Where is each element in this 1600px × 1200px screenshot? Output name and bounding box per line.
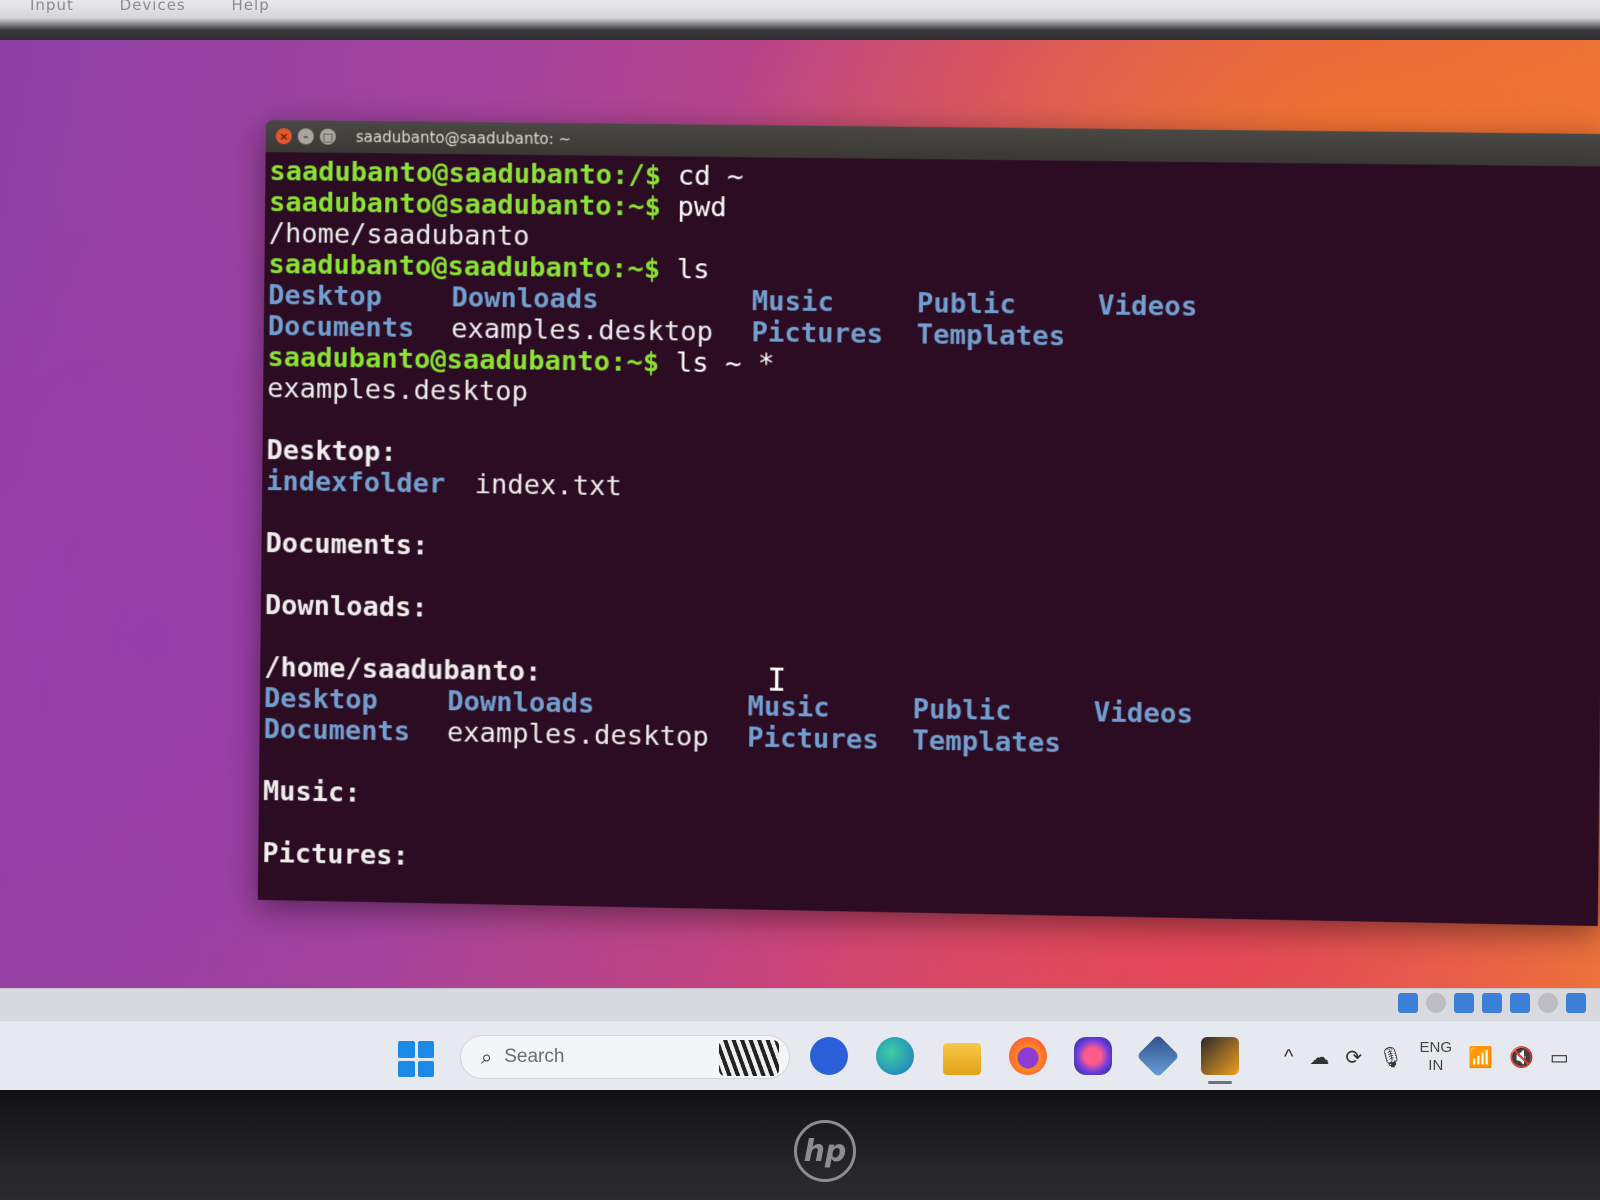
directory-entry: Desktop [263,682,379,716]
directory-entry: Documents [267,311,415,344]
vm-menubar: Input Devices Help [30,0,310,14]
directory-entry: Videos [1093,697,1194,731]
hp-logo: hp [794,1120,856,1182]
directory-entry: Documents [263,713,411,748]
terminal-window[interactable]: × – □ saadubanto@saadubanto: ~ saadubant… [257,120,1600,927]
chevron-up-icon[interactable]: ^ [1284,1046,1293,1069]
directory-entry: Downloads [447,686,595,720]
shell-prompt: saadubanto@saadubanto:~$ [268,249,661,285]
vm-menu-help[interactable]: Help [232,0,270,14]
listing-heading: Downloads: [264,590,428,624]
directory-entry: Public [916,288,1017,321]
vm-menu-input[interactable]: Input [30,0,74,14]
vm-shared-folder-icon[interactable] [1482,993,1502,1013]
windows-taskbar: ⌕ Search ^ ☁ ⟳ 🎙 ENG IN 📶 🔇 ▭ [0,1020,1600,1090]
directory-entry: Templates [912,725,1062,760]
listing-heading: Desktop: [266,435,397,468]
monitor-bezel-bottom: hp [0,1090,1600,1200]
vm-display-icon[interactable] [1510,993,1530,1013]
vm-menu-devices[interactable]: Devices [120,0,186,14]
system-tray: ^ ☁ ⟳ 🎙 ENG IN 📶 🔇 ▭ [1284,1035,1569,1079]
vm-host-key-icon[interactable] [1566,993,1586,1013]
vm-status-bar [0,988,1600,1020]
listing-heading: /home/saadubanto: [264,652,542,688]
listing-heading: Pictures: [262,837,409,872]
search-placeholder: Search [504,1046,565,1067]
language-indicator[interactable]: ENG IN [1420,1039,1453,1075]
file-entry: index.txt [474,469,623,503]
terminal-title: saadubanto@saadubanto: ~ [355,127,572,149]
terminal-output[interactable]: saadubanto@saadubanto:/$ cd ~ saadubanto@… [257,151,1600,927]
shell-command: ls [660,253,710,286]
taskbar-search[interactable]: ⌕ Search [460,1035,790,1079]
vm-audio-icon[interactable] [1454,993,1474,1013]
file-entry: examples.desktop [451,313,714,348]
edge-icon[interactable] [876,1037,914,1075]
listing-heading: Documents: [265,528,429,562]
vm-recording-icon[interactable] [1538,993,1558,1013]
directory-entry: Pictures [751,317,884,351]
file-explorer-icon[interactable] [943,1043,981,1075]
file-entry: examples.desktop [446,717,710,753]
firefox-icon[interactable] [1009,1037,1047,1075]
vm-network-icon[interactable] [1398,993,1418,1013]
command-output: /home/saadubanto [268,218,530,253]
shell-prompt: saadubanto@saadubanto:/$ [269,156,662,192]
directory-entry: indexfolder [266,466,446,500]
copilot-icon[interactable] [1074,1037,1112,1075]
text-cursor-icon: I [766,660,787,699]
directory-entry: Downloads [451,282,599,316]
maximize-icon[interactable]: □ [319,128,336,145]
vm-window-icon[interactable] [1201,1037,1239,1075]
directory-entry: Music [751,286,835,319]
wifi-icon[interactable]: 📶 [1468,1045,1493,1070]
region-code: IN [1428,1057,1444,1074]
onedrive-icon[interactable]: ☁ [1309,1045,1329,1070]
search-icon: ⌕ [481,1045,493,1069]
directory-entry: Templates [916,319,1066,353]
search-highlight-image [719,1040,779,1076]
shell-prompt: saadubanto@saadubanto:~$ [268,187,662,223]
battery-icon[interactable]: ▭ [1550,1045,1569,1070]
photo-scene: Input Devices Help × – □ saadubanto@saad… [0,0,1600,1200]
microphone-icon[interactable]: 🎙 [1378,1045,1403,1070]
sync-icon[interactable]: ⟳ [1345,1045,1362,1070]
listing-heading: Music: [262,775,361,809]
windows-start-icon[interactable] [398,1041,434,1077]
volume-muted-icon[interactable]: 🔇 [1509,1045,1534,1070]
shell-command: cd ~ [661,160,744,193]
vm-optical-drive-icon[interactable] [1426,993,1446,1013]
directory-entry: Videos [1097,290,1198,323]
close-icon[interactable]: × [275,128,292,145]
shell-command: ls ~ * [659,347,775,380]
monitor-bezel-top: Input Devices Help [0,0,1600,44]
language-code: ENG [1419,1039,1453,1056]
shell-command: pwd [660,191,727,224]
active-app-indicator [1208,1081,1232,1084]
directory-entry: Public [912,694,1012,727]
meet-icon[interactable] [810,1037,848,1075]
minimize-icon[interactable]: – [297,128,314,145]
directory-entry: Pictures [747,722,880,756]
directory-entry: Desktop [267,280,383,313]
command-output: examples.desktop [267,373,529,408]
virtualbox-icon[interactable] [1136,1034,1180,1078]
